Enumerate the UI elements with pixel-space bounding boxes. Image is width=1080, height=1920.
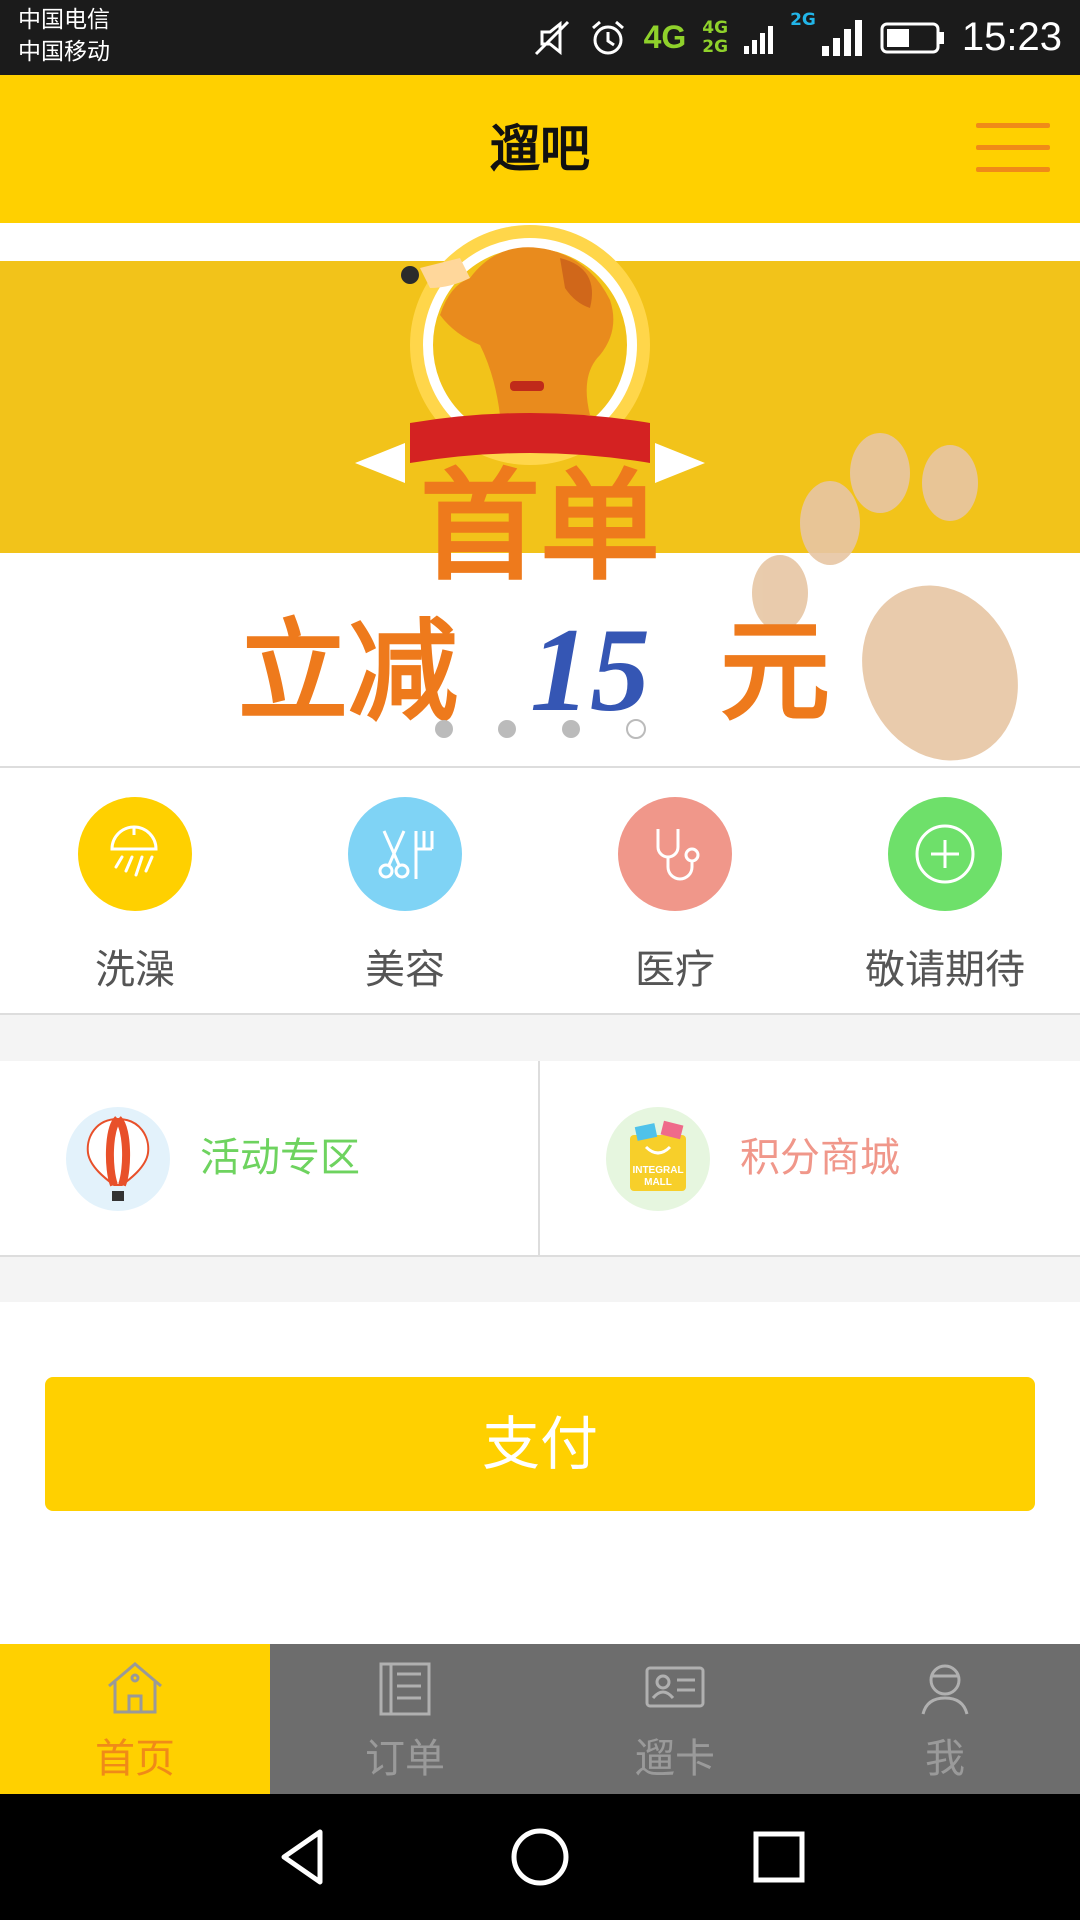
nav-label: 遛卡 [635, 1736, 715, 1782]
recents-icon[interactable] [746, 1824, 812, 1890]
status-icons: 4G 4G 2G 2G 15:23 [532, 0, 1062, 75]
banner-dot [435, 720, 453, 738]
back-icon[interactable] [270, 1824, 336, 1890]
home-circle-icon[interactable] [507, 1824, 573, 1890]
category-label: 洗澡 [95, 947, 175, 993]
app-header: 遛吧 [0, 75, 1080, 223]
stethoscope-icon [618, 797, 732, 911]
category-label: 敬请期待 [865, 947, 1025, 993]
banner-line2-suffix: 元 [720, 608, 830, 736]
network-dual-label: 4G 2G [702, 17, 729, 57]
category-medical[interactable]: 医疗 [540, 769, 810, 1013]
banner-line1: 首单 [420, 458, 660, 597]
plus-circle-icon [888, 797, 1002, 911]
nav-label: 首页 [95, 1736, 175, 1782]
integral-mall-icon-text-1: INTEGRAL [632, 1165, 683, 1176]
banner-line2-prefix: 立减 [238, 608, 458, 736]
balloon-icon [66, 1107, 170, 1211]
mute-icon [532, 18, 572, 58]
banner-dot-active [626, 719, 646, 739]
tab-home[interactable]: 首页 [0, 1644, 270, 1794]
category-label: 医疗 [635, 947, 715, 993]
alarm-icon [588, 18, 628, 58]
pay-button[interactable]: 支付 [45, 1377, 1035, 1511]
carrier-info: 中国电信 中国移动 [18, 4, 110, 68]
promo-integral-mall[interactable]: INTEGRAL MALL 积分商城 [540, 1061, 1080, 1255]
promo-banner[interactable]: 首单 立减 15 元 [0, 223, 1080, 767]
battery-icon [880, 21, 946, 55]
order-list-icon [379, 1662, 431, 1716]
signal-icon-2 [820, 18, 864, 58]
promo-row: 活动专区 INTEGRAL MALL 积分商城 [0, 1061, 1080, 1255]
category-coming-soon[interactable]: 敬请期待 [810, 769, 1080, 1013]
service-categories: 洗澡 美容 医疗 敬请期待 [0, 769, 1080, 1013]
tab-card[interactable]: 遛卡 [540, 1644, 810, 1794]
banner-amount: 15 [530, 603, 650, 736]
promo-label: 积分商城 [740, 1135, 900, 1181]
card-icon [645, 1666, 705, 1708]
category-label: 美容 [365, 947, 445, 993]
carrier-2: 中国移动 [18, 39, 110, 65]
tab-me[interactable]: 我 [810, 1644, 1080, 1794]
network-small-top: 4G [702, 17, 729, 38]
banner-dot [498, 720, 516, 738]
user-icon [921, 1664, 969, 1715]
banner-dot [562, 720, 580, 738]
tab-orders[interactable]: 订单 [270, 1644, 540, 1794]
section-gap [0, 1257, 1080, 1302]
integral-mall-icon: INTEGRAL MALL [606, 1107, 710, 1211]
promo-label: 活动专区 [200, 1135, 360, 1181]
page-title: 遛吧 [490, 120, 590, 178]
bottom-nav: 首页 订单 遛卡 我 [0, 1644, 1080, 1794]
category-grooming[interactable]: 美容 [270, 769, 540, 1013]
system-navigation-bar [0, 1794, 1080, 1920]
status-bar: 中国电信 中国移动 4G 4G 2G 2G 15:23 [0, 0, 1080, 75]
scissors-comb-icon [348, 797, 462, 911]
integral-mall-icon-text-2: MALL [644, 1177, 672, 1188]
network-4g-label: 4G [643, 19, 687, 55]
promo-activities[interactable]: 活动专区 [0, 1061, 540, 1255]
home-icon [108, 1662, 162, 1714]
nav-label: 订单 [365, 1736, 445, 1782]
network-2g-label: 2G [790, 10, 816, 30]
nav-label: 我 [925, 1736, 965, 1782]
clock: 15:23 [961, 15, 1062, 59]
section-gap [0, 1015, 1080, 1061]
carrier-1: 中国电信 [18, 7, 110, 33]
network-small-bottom: 2G [702, 36, 729, 57]
hamburger-menu-icon[interactable] [976, 123, 1050, 175]
signal-icon [744, 20, 774, 56]
shower-icon [78, 797, 192, 911]
category-bath[interactable]: 洗澡 [0, 769, 270, 1013]
divider [0, 766, 1080, 768]
